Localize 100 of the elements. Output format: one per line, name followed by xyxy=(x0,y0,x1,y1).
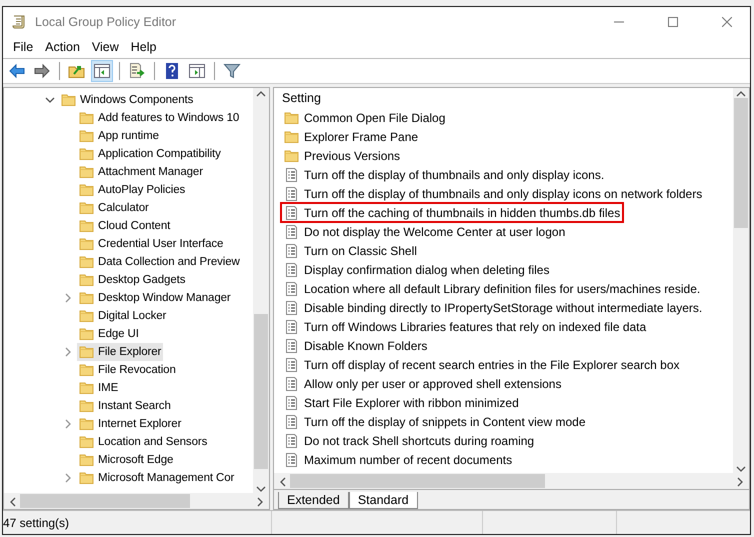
folder-icon xyxy=(79,308,95,324)
folder-icon xyxy=(79,470,95,486)
folder-icon xyxy=(79,326,95,342)
list-item[interactable]: Turn off display of recent search entries in the File Explorer search box xyxy=(280,354,684,375)
tab[interactable]: Extended xyxy=(278,492,349,509)
menu-item[interactable]: View xyxy=(86,40,125,54)
tree-item[interactable]: Edge UI xyxy=(77,325,141,343)
list-item[interactable]: Turn off the caching of thumbnails in hidden thumbs.db files xyxy=(280,202,624,223)
tree-item[interactable]: Windows Components xyxy=(59,91,196,109)
document-icon xyxy=(284,300,300,316)
tree-item[interactable]: File Explorer xyxy=(77,343,164,361)
document-icon xyxy=(284,376,300,392)
tab[interactable]: Standard xyxy=(348,492,418,509)
document-icon xyxy=(284,280,300,296)
document-icon xyxy=(284,356,300,372)
scrollbar-thumb[interactable] xyxy=(254,314,268,469)
panel-left-icon[interactable] xyxy=(91,60,113,82)
list-item[interactable]: Turn off the display of thumbnails and only display icons on network folders xyxy=(280,183,706,204)
list-item[interactable]: Previous Versions xyxy=(280,145,404,166)
tree-item[interactable]: Location and Sensors xyxy=(77,433,210,451)
document-icon xyxy=(284,394,300,410)
list-item[interactable]: Turn off Windows Libraries features that rely on indexed file data xyxy=(280,316,650,337)
list-item[interactable]: Turn on Classic Shell xyxy=(280,240,421,261)
folder-icon xyxy=(79,254,95,270)
document-icon xyxy=(284,262,300,278)
document-icon xyxy=(284,166,300,182)
window-title: Local Group Policy Editor xyxy=(35,14,178,28)
folder-icon xyxy=(79,182,95,198)
scroll-icon xyxy=(11,14,27,30)
folder-icon xyxy=(79,146,95,162)
scrollbar-thumb[interactable] xyxy=(290,474,545,488)
tree-item[interactable]: Attachment Manager xyxy=(77,163,205,181)
tree-item[interactable]: AutoPlay Policies xyxy=(77,181,188,199)
tree-item[interactable]: Internet Explorer xyxy=(77,415,184,433)
document-icon xyxy=(284,338,300,354)
list-item[interactable]: Maximum number of recent documents xyxy=(280,449,516,470)
list-item[interactable]: Explorer Frame Pane xyxy=(280,126,422,147)
folder-icon xyxy=(284,128,300,144)
tree-item[interactable]: Data Collection and Preview xyxy=(77,253,242,271)
status-text: 47 setting(s) xyxy=(3,511,272,534)
document-icon xyxy=(284,242,300,258)
tree-item[interactable]: Desktop Gadgets xyxy=(77,271,188,289)
tree-item[interactable]: Microsoft Management Cor xyxy=(77,469,236,487)
scroll-left-icon[interactable] xyxy=(8,496,18,506)
tree-item[interactable]: App runtime xyxy=(77,127,161,145)
tree-item[interactable]: Microsoft Edge xyxy=(77,451,176,469)
tree-item[interactable]: IME xyxy=(77,379,120,397)
list-item[interactable]: Allow only per user or approved shell extensions xyxy=(280,373,566,394)
folder-icon xyxy=(284,148,300,164)
document-icon xyxy=(284,204,300,220)
tree-item[interactable]: Desktop Window Manager xyxy=(77,289,233,307)
document-icon xyxy=(284,318,300,334)
list-item[interactable]: Do not display the Welcome Center at user logon xyxy=(280,221,570,242)
scrollbar-thumb[interactable] xyxy=(20,494,190,508)
list-item[interactable]: Location where all default Library definition files for users/machines reside. xyxy=(280,278,704,299)
scroll-right-icon[interactable] xyxy=(735,476,745,486)
folder-icon xyxy=(79,200,95,216)
folder-icon xyxy=(79,416,95,432)
folder-icon xyxy=(79,398,95,414)
menu-item[interactable]: Help xyxy=(124,40,162,54)
scrollbar-thumb[interactable] xyxy=(734,98,748,228)
list-item[interactable]: Turn off the display of thumbnails and only display icons. xyxy=(280,164,608,185)
list-item[interactable]: Disable binding directly to IPropertySetStorage without intermediate layers. xyxy=(280,297,706,318)
tree-item[interactable]: Digital Locker xyxy=(77,307,168,325)
list-item[interactable]: Start File Explorer with ribbon minimized xyxy=(280,392,523,413)
tree-item[interactable]: Application Compatibility xyxy=(77,145,223,163)
menu-item[interactable]: Action xyxy=(39,40,86,54)
tree-item[interactable]: File Revocation xyxy=(77,361,178,379)
folder-icon xyxy=(79,362,95,378)
folder-icon xyxy=(79,110,95,126)
menu-item[interactable]: File xyxy=(7,40,40,54)
list-item[interactable]: Do not track Shell shortcuts during roaming xyxy=(280,430,538,451)
column-header[interactable]: Setting xyxy=(274,88,733,108)
folder-icon xyxy=(79,452,95,468)
folder-icon xyxy=(79,344,95,360)
scroll-right-icon[interactable] xyxy=(255,496,265,506)
close-button[interactable] xyxy=(722,16,732,26)
tree-item[interactable]: Add features to Windows 10 xyxy=(77,109,242,127)
list-item[interactable]: Common Open File Dialog xyxy=(280,107,450,128)
maximize-button[interactable] xyxy=(668,16,678,26)
tree-item[interactable]: Calculator xyxy=(77,199,151,217)
minimize-button[interactable] xyxy=(614,20,624,22)
document-icon xyxy=(284,414,300,430)
list-item[interactable]: Turn off the display of snippets in Content view mode xyxy=(280,411,590,432)
document-icon xyxy=(284,186,300,202)
document-icon xyxy=(284,452,300,468)
tree-item[interactable]: Cloud Content xyxy=(77,217,172,235)
folder-icon xyxy=(284,110,300,126)
tree-item[interactable]: Credential User Interface xyxy=(77,235,226,253)
document-icon xyxy=(284,224,300,240)
folder-icon xyxy=(79,128,95,144)
tree-item[interactable]: Instant Search xyxy=(77,397,173,415)
folder-icon xyxy=(79,218,95,234)
folder-icon xyxy=(79,164,95,180)
folder-icon xyxy=(79,272,95,288)
list-item[interactable]: Disable Known Folders xyxy=(280,335,432,356)
scroll-left-icon[interactable] xyxy=(278,476,288,486)
folder-icon xyxy=(79,236,95,252)
list-item[interactable]: Display confirmation dialog when deleting files xyxy=(280,259,554,280)
document-icon xyxy=(284,432,300,448)
